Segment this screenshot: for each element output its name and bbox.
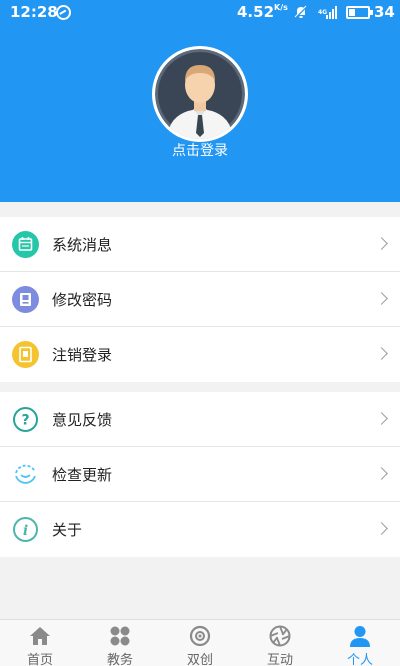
profile-header: 12:28 4.52 K/s 4G 34 点击登录 — [0, 0, 400, 202]
svg-text:i: i — [23, 523, 28, 539]
signal-icon: 4G — [318, 6, 337, 19]
tab-label: 双创 — [186, 653, 213, 666]
menu-item-about[interactable]: i 关于 — [0, 502, 400, 557]
tab-home[interactable]: 首页 — [0, 620, 80, 666]
menu-item-logout[interactable]: 注销登录 — [0, 327, 400, 382]
chevron-right-icon — [375, 522, 388, 535]
info-icon: i — [12, 516, 39, 543]
network-speed: 4.52 — [237, 3, 275, 21]
grid-icon — [110, 626, 130, 646]
home-icon — [30, 627, 50, 645]
menu-item-label: 注销登录 — [52, 346, 113, 364]
password-card-icon — [12, 286, 39, 313]
avatar[interactable] — [152, 46, 248, 142]
mute-icon — [294, 5, 308, 19]
avatar-person-icon — [155, 49, 245, 139]
update-icon — [12, 461, 39, 488]
chevron-right-icon — [375, 292, 388, 305]
calendar-icon — [12, 231, 39, 258]
question-icon: ? — [12, 406, 39, 433]
menu-item-label: 意见反馈 — [52, 411, 113, 429]
login-link[interactable]: 点击登录 — [0, 140, 400, 160]
status-time: 12:28 — [10, 3, 58, 21]
menu-item-feedback[interactable]: ? 意见反馈 — [0, 392, 400, 447]
menu-item-system-messages[interactable]: 系统消息 — [0, 217, 400, 272]
battery-icon — [346, 6, 373, 19]
menu-item-label: 关于 — [52, 521, 83, 539]
innovation-icon — [189, 625, 211, 647]
logout-doc-icon — [12, 341, 39, 368]
tab-label: 教务 — [106, 653, 133, 666]
tab-innovation[interactable]: 双创 — [160, 620, 240, 666]
tab-personal[interactable]: 个人 — [320, 620, 400, 666]
menu-group-app: ? 意见反馈 检查更新 i 关于 — [0, 392, 400, 557]
svg-text:?: ? — [21, 413, 29, 429]
bottom-tab-bar: 首页 教务 双创 互动 个人 — [0, 619, 400, 666]
status-bar: 12:28 4.52 K/s 4G 34 — [0, 0, 400, 26]
tab-label: 首页 — [26, 653, 53, 666]
tab-label: 互动 — [266, 653, 293, 666]
chevron-right-icon — [375, 467, 388, 480]
menu-item-label: 修改密码 — [52, 291, 113, 309]
battery-level: 34 — [374, 3, 395, 21]
svg-text:4G: 4G — [318, 9, 327, 16]
menu-group-account: 系统消息 修改密码 注销登录 — [0, 217, 400, 382]
chevron-right-icon — [375, 347, 388, 360]
network-speed-unit: K/s — [274, 3, 288, 12]
tab-academic[interactable]: 教务 — [80, 620, 160, 666]
aperture-icon — [269, 625, 291, 647]
do-not-disturb-icon — [56, 5, 71, 20]
chevron-right-icon — [375, 237, 388, 250]
menu-item-change-password[interactable]: 修改密码 — [0, 272, 400, 327]
tab-label: 个人 — [346, 653, 373, 666]
battery-fill — [349, 9, 355, 16]
tab-interaction[interactable]: 互动 — [240, 620, 320, 666]
menu-item-check-update[interactable]: 检查更新 — [0, 447, 400, 502]
menu-item-label: 检查更新 — [52, 466, 113, 484]
chevron-right-icon — [375, 412, 388, 425]
menu-item-label: 系统消息 — [52, 236, 113, 254]
person-icon — [350, 626, 370, 647]
